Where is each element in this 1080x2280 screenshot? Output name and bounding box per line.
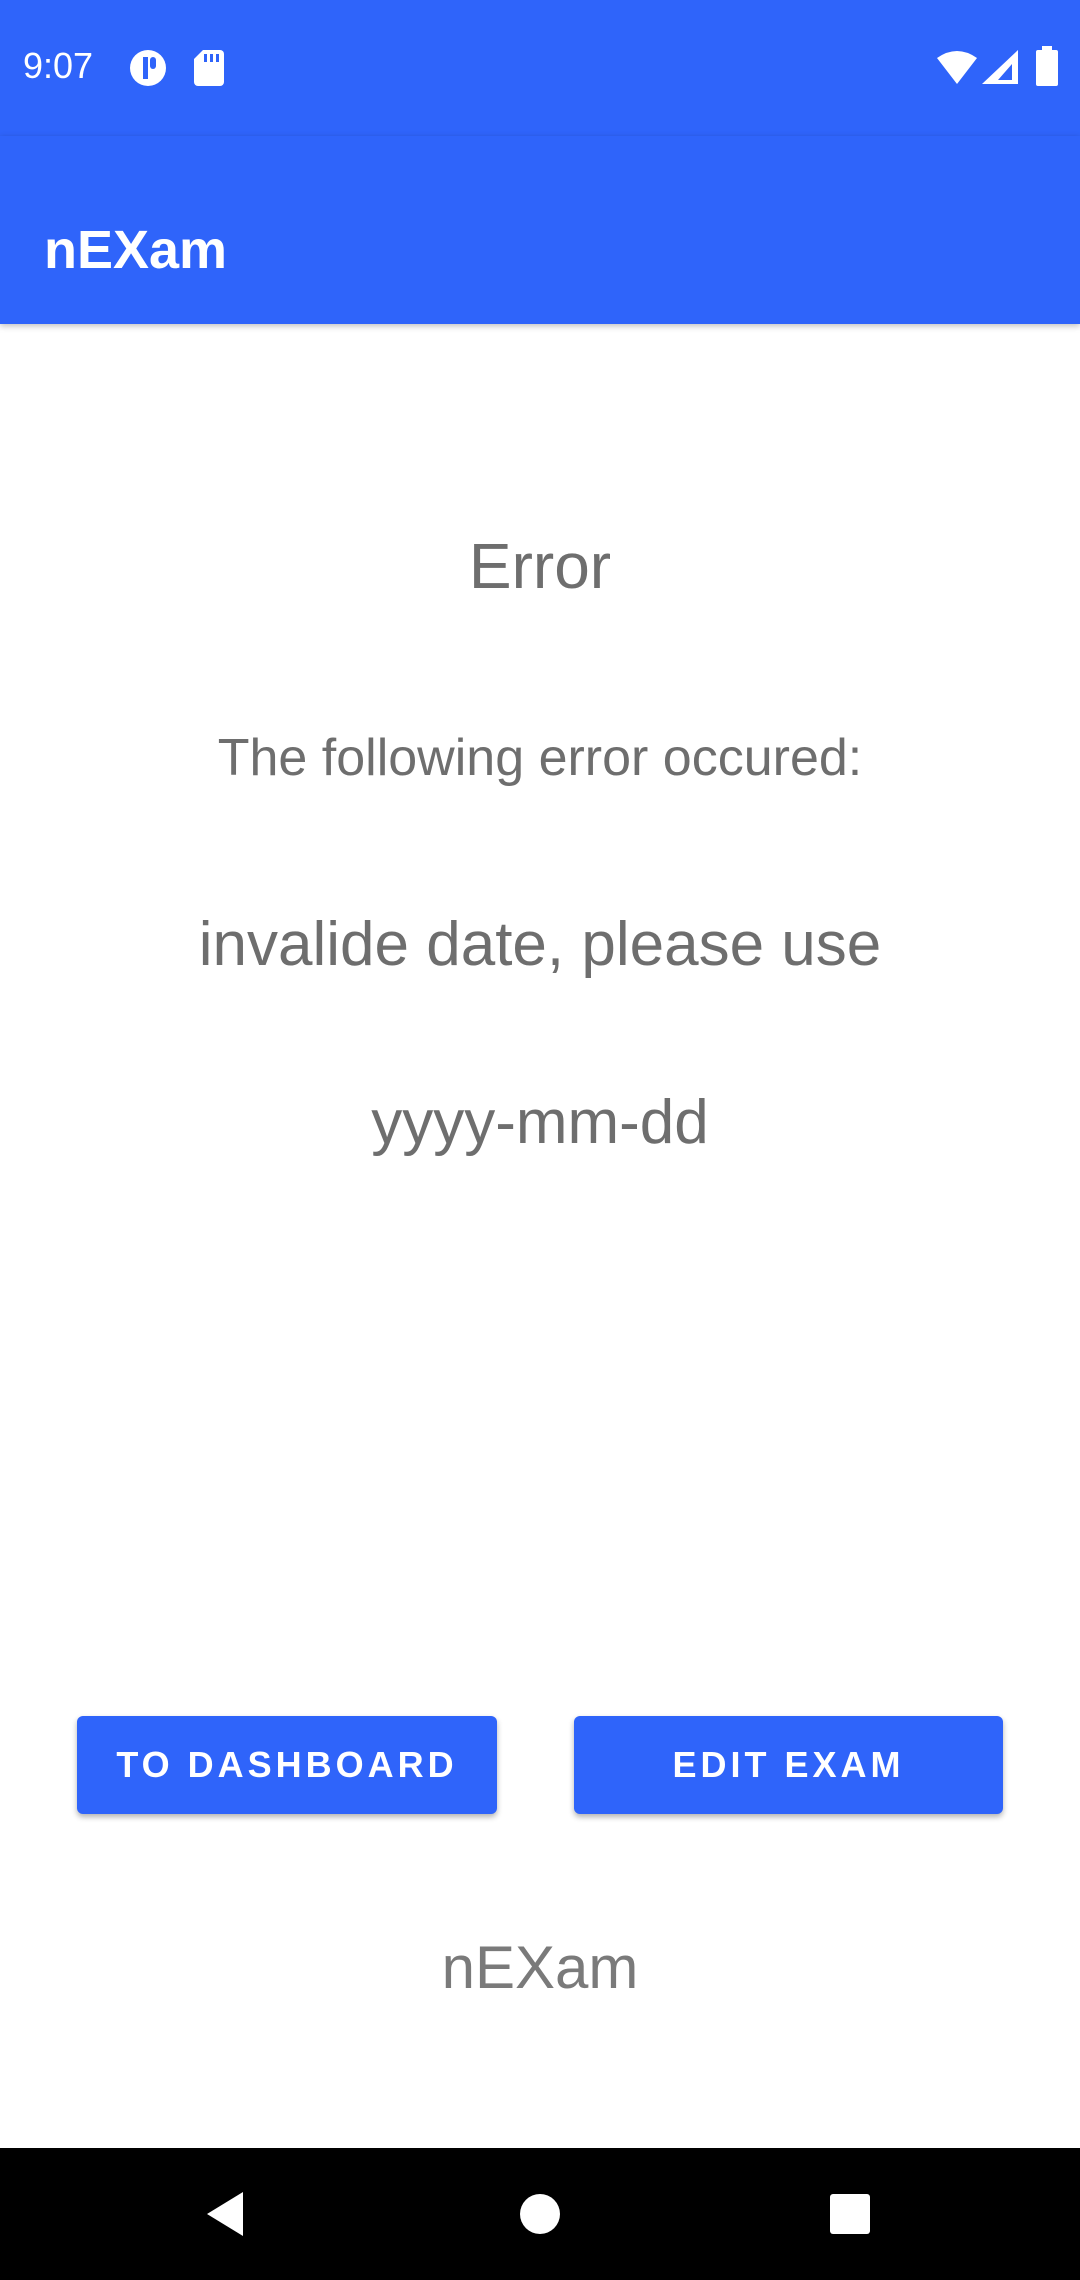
- error-date-format: yyyy-mm-dd: [371, 1088, 709, 1157]
- edit-exam-button-label: EDIT EXAM: [672, 1744, 905, 1785]
- nav-back-button[interactable]: [145, 2148, 305, 2280]
- app-title: nEXam: [44, 220, 228, 280]
- edit-exam-button[interactable]: EDIT EXAM: [574, 1716, 1003, 1814]
- error-intro-text: The following error occured:: [217, 729, 863, 787]
- recents-icon: [830, 2194, 870, 2234]
- sd-card-icon: [194, 50, 224, 86]
- nav-home-button[interactable]: [460, 2148, 620, 2280]
- screen: 9:07 nEXam Error The following error occ…: [0, 0, 1080, 2280]
- back-icon: [207, 2192, 243, 2236]
- battery-icon: [1036, 46, 1058, 86]
- nav-recents-button[interactable]: [770, 2148, 930, 2280]
- to-dashboard-button-label: TO DASHBOARD: [116, 1744, 458, 1785]
- cell-signal-icon: [982, 50, 1018, 84]
- app-bar: nEXam: [0, 136, 1080, 324]
- home-icon: [520, 2194, 560, 2234]
- wifi-icon: [937, 51, 977, 84]
- status-time: 9:07: [23, 45, 94, 86]
- error-title: Error: [468, 530, 612, 602]
- error-message: invalide date, please use: [198, 910, 882, 979]
- status-bar: 9:07: [0, 0, 1080, 136]
- navigation-bar: [0, 2148, 1080, 2280]
- to-dashboard-button[interactable]: TO DASHBOARD: [77, 1716, 497, 1814]
- footer-brand: nEXam: [441, 1934, 639, 2001]
- privacy-indicator-icon: [130, 50, 166, 86]
